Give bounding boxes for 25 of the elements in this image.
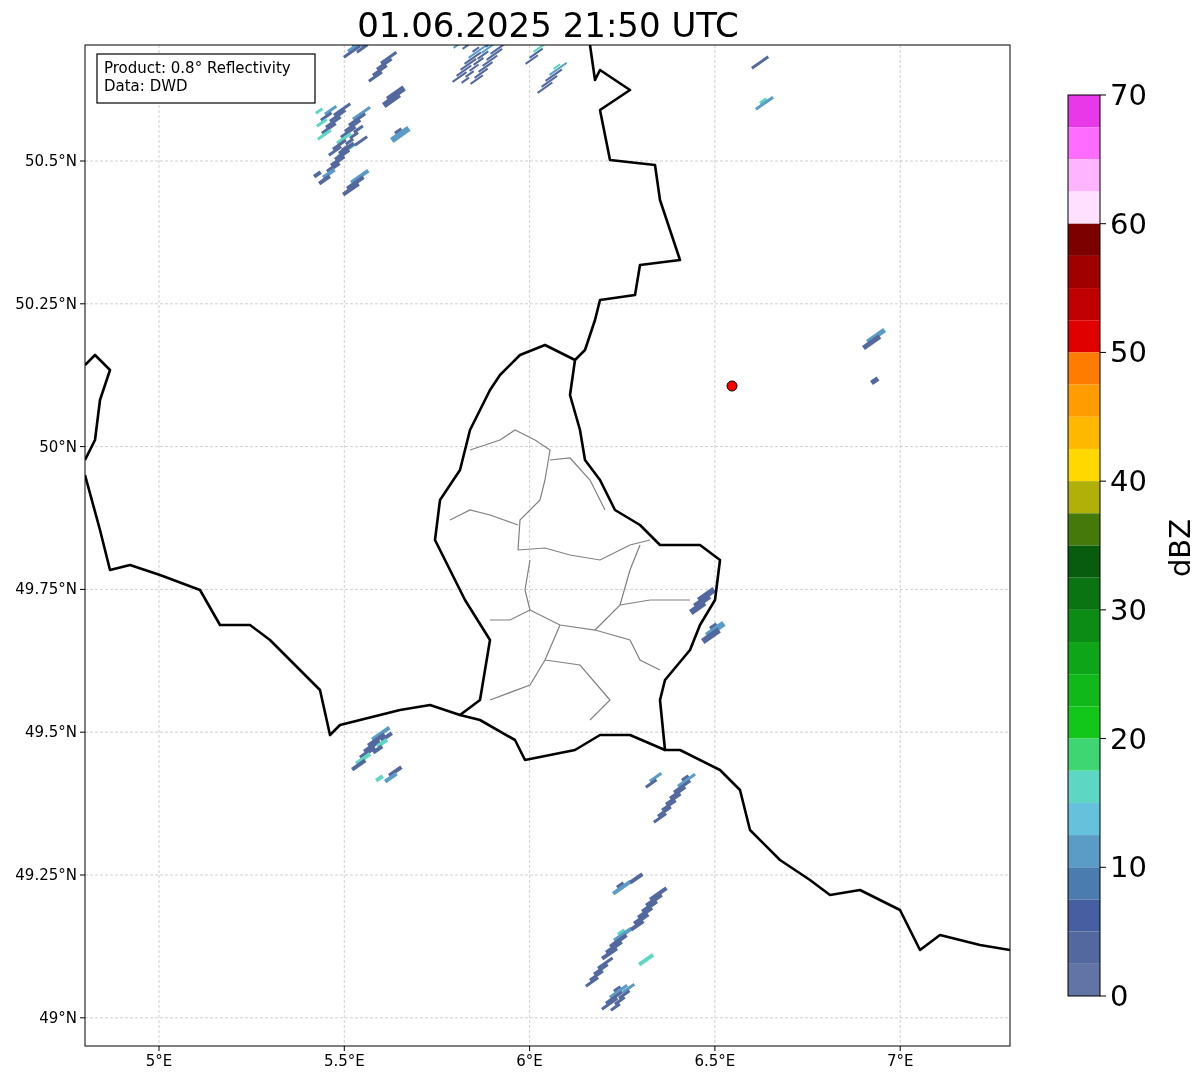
colorbar-tick-label: 20 — [1110, 721, 1147, 756]
latitude-label: 50°N — [39, 437, 77, 456]
latitude-label: 50.25°N — [15, 294, 77, 313]
colorbar-tick-label: 70 — [1110, 78, 1147, 112]
latitude-label: 49.5°N — [24, 723, 77, 742]
longitude-label: 6°E — [516, 1052, 543, 1070]
longitude-label: 5.5°E — [323, 1052, 365, 1070]
latitude-label: 49.75°N — [15, 580, 77, 599]
colorbar-tick-label: 50 — [1110, 335, 1147, 370]
longitude-label: 5°E — [145, 1052, 173, 1070]
colorbar-tick-label: 30 — [1110, 592, 1147, 627]
colorbar-tick-label: 10 — [1110, 850, 1147, 885]
colorbar-tick-label: 60 — [1110, 206, 1147, 241]
longitude-label: 6.5°E — [694, 1052, 736, 1070]
map-title: 01.06.2025 21:50 UTC — [357, 5, 739, 45]
longitude-label: 7°E — [886, 1052, 914, 1070]
info-text: Product: 0.8° Reflectivity — [104, 59, 291, 77]
latitude-label: 50.5°N — [24, 152, 77, 170]
info-text: Data: DWD — [104, 77, 188, 95]
latitude-label: 49.25°N — [15, 866, 77, 884]
colorbar-label: dBZ — [1163, 518, 1197, 578]
latitude-label: 49°N — [39, 1008, 77, 1027]
colorbar-tick-label: 40 — [1110, 464, 1147, 499]
radar-site-marker — [726, 380, 738, 392]
colorbar-tick-label: 0 — [1110, 979, 1129, 1013]
